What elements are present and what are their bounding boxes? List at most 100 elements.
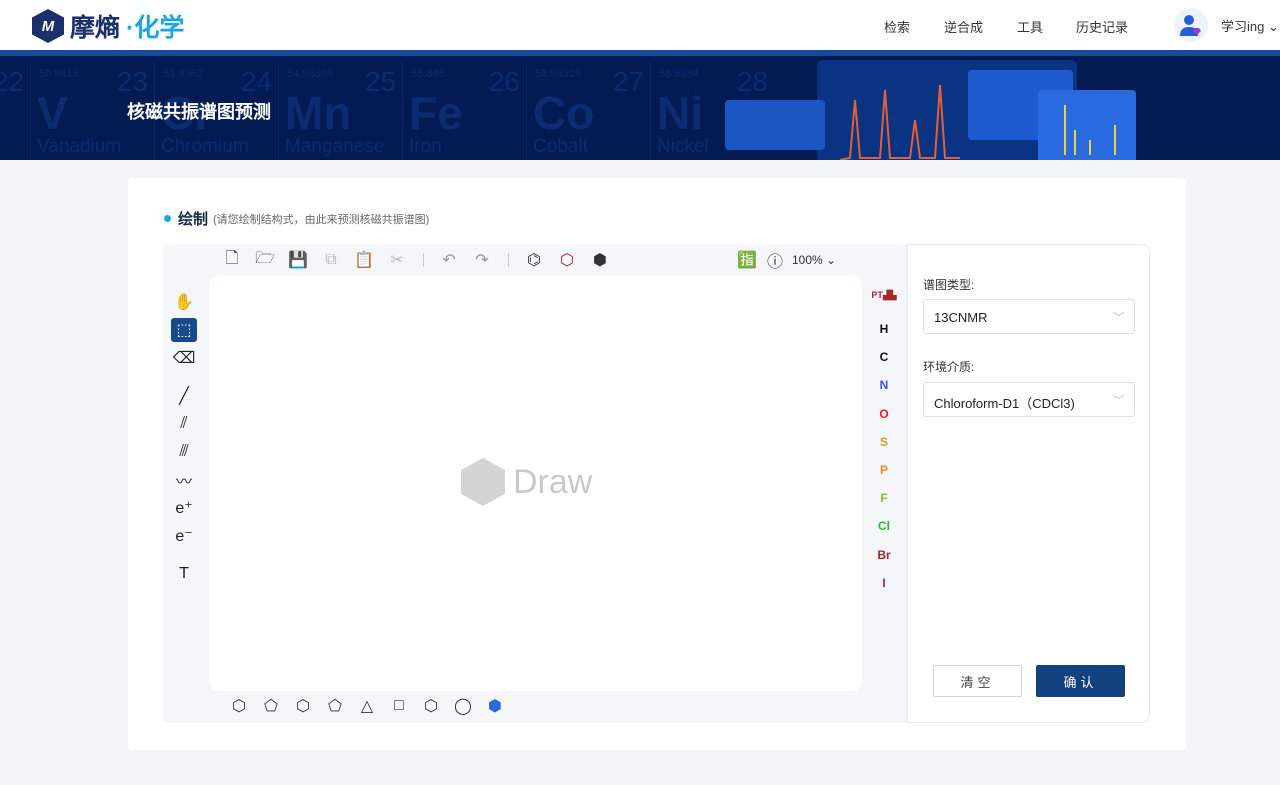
atom-button-i[interactable]: I — [870, 576, 898, 590]
cyclopentane-icon[interactable]: ⬠ — [261, 696, 281, 716]
element-mass: 50.9415 — [39, 68, 79, 80]
confirm-button[interactable]: 确认 — [1036, 665, 1125, 697]
section-header: 绘制 (请您绘制结构式，由此来预测核磁共振谱图) — [164, 208, 429, 229]
zoom-select[interactable]: 100% ⌄ — [792, 253, 836, 267]
paste-icon[interactable]: 📋 — [353, 249, 375, 271]
solvent-value: Chloroform-D1（CDCl3) — [934, 396, 1075, 411]
draw-watermark: Draw — [461, 458, 592, 506]
pentagon-icon[interactable]: ⬠ — [325, 696, 345, 716]
atom-button-h[interactable]: H — [870, 322, 898, 336]
section-title: 绘制 — [178, 211, 209, 228]
element-sym: Mn — [285, 87, 352, 139]
structure-editor: 🗋 🗁 💾 ⧉ 📋 ✂ ↶ ↷ ⌬ ⬡ ⬢ 🈯 ⓘ 100% ⌄ ✋ ⬚ ⌫ ╱… — [163, 244, 907, 723]
hand-tool-icon[interactable]: ✋ — [171, 290, 197, 314]
double-bond-icon[interactable]: ⫽ — [171, 412, 197, 436]
chevron-down-icon: ⌄ — [1267, 19, 1279, 34]
logo-text-accent: ·化学 — [126, 14, 185, 42]
user-name[interactable]: 学习ing ⌄ — [1221, 16, 1279, 35]
nav-search[interactable]: 检索 — [884, 17, 910, 36]
atom-button-f[interactable]: F — [870, 491, 898, 505]
square-icon[interactable]: □ — [389, 696, 409, 716]
atom-button-o[interactable]: O — [870, 407, 898, 421]
bullet-icon — [164, 215, 171, 222]
atom-button-n[interactable]: N — [870, 378, 898, 392]
cyclohexane-chair-icon[interactable]: ⬡ — [229, 696, 249, 716]
element-mass: 58.93319 — [535, 68, 581, 80]
nav-history[interactable]: 历史记录 — [1076, 17, 1128, 36]
right-toolbar: 🈯 ⓘ 100% ⌄ — [736, 248, 836, 272]
atom-button-br[interactable]: Br — [870, 548, 898, 562]
divider — [508, 253, 509, 267]
element-num: 22 — [0, 66, 24, 97]
chain-icon[interactable]: 〰 — [171, 468, 197, 492]
atom-button-p[interactable]: P — [870, 463, 898, 477]
select-tool-icon[interactable]: ⬚ — [171, 318, 197, 342]
periodic-table-label: PT — [871, 290, 883, 300]
periodic-table-icon[interactable]: PT▟▙ — [870, 290, 898, 301]
page-title: 核磁共振谱图预测 — [127, 102, 271, 122]
triangle-icon[interactable]: △ — [357, 696, 377, 716]
logo[interactable]: M 摩熵 ·化学 — [32, 8, 184, 44]
drawing-canvas[interactable]: Draw — [209, 276, 862, 691]
settings-panel: 谱图类型: 13CNMR ﹀ 环境介质: Chloroform-D1（CDCl3)… — [907, 244, 1150, 723]
eraser-icon[interactable]: ⌫ — [171, 346, 197, 370]
atom-button-cl[interactable]: Cl — [870, 519, 898, 533]
watermark-text: Draw — [513, 462, 593, 501]
chevron-down-icon: ⌄ — [826, 253, 837, 267]
cut-icon[interactable]: ✂ — [386, 249, 408, 271]
undo-icon[interactable]: ↶ — [438, 249, 460, 271]
spectrum-type-value: 13CNMR — [934, 310, 988, 325]
user-name-text: 学习ing — [1221, 19, 1265, 34]
chevron-down-icon: ﹀ — [1113, 312, 1124, 324]
triple-bond-icon[interactable]: ⫻ — [171, 440, 197, 464]
language-icon[interactable]: 🈯 — [736, 249, 758, 271]
octagon-icon[interactable]: ◯ — [453, 696, 473, 716]
new-file-icon[interactable]: 🗋 — [221, 249, 243, 271]
spectrum-type-label: 谱图类型: — [923, 278, 975, 292]
divider — [423, 253, 424, 267]
periodic-element-tile: 22 — [0, 62, 30, 160]
benzene-icon[interactable]: ⬡ — [293, 696, 313, 716]
negative-charge-icon[interactable]: e⁻ — [171, 524, 197, 548]
user-icon — [1180, 15, 1201, 36]
spectrum-type-select[interactable]: 13CNMR ﹀ — [923, 299, 1135, 334]
element-sym: Ni — [657, 87, 703, 139]
element-sym: V — [37, 87, 68, 139]
copy-icon[interactable]: ⧉ — [320, 249, 342, 271]
zoom-value: 100% — [792, 253, 823, 267]
nav-tools[interactable]: 工具 — [1017, 17, 1043, 36]
avatar[interactable] — [1174, 8, 1208, 42]
element-mass: 51.9962 — [163, 68, 203, 80]
element-num: 24 — [240, 66, 272, 97]
save-icon[interactable]: 💾 — [287, 249, 309, 271]
banner: 2250.941523VVanadium51.996224CrChromium5… — [0, 50, 1280, 160]
atom-button-s[interactable]: S — [870, 435, 898, 449]
element-num: 25 — [364, 66, 396, 97]
section-hint: (请您绘制结构式，由此来预测核磁共振谱图) — [213, 213, 430, 226]
clean-icon[interactable]: ⬡ — [556, 249, 578, 271]
help-icon[interactable]: ⓘ — [764, 249, 786, 271]
element-mass: 55.845 — [411, 68, 445, 80]
nav-retrosynthesis[interactable]: 逆合成 — [944, 17, 983, 36]
element-name: Manganese — [285, 136, 385, 157]
open-folder-icon[interactable]: 🗁 — [254, 249, 276, 271]
positive-charge-icon[interactable]: e⁺ — [171, 496, 197, 520]
element-mass: 58.6934 — [659, 68, 699, 80]
single-bond-icon[interactable]: ╱ — [171, 384, 197, 408]
layout-icon[interactable]: ⌬ — [523, 249, 545, 271]
3d-icon[interactable]: ⬢ — [589, 249, 611, 271]
text-tool-icon[interactable]: T — [171, 562, 197, 586]
element-name: Nickel — [657, 136, 709, 157]
atom-button-c[interactable]: C — [870, 350, 898, 364]
element-mass: 54.93804 — [287, 68, 333, 80]
solvent-select[interactable]: Chloroform-D1（CDCl3) ﹀ — [923, 382, 1135, 417]
shape-toolbar: ⬡ ⬠ ⬡ ⬠ △ □ ⬡ ◯ ⬢ — [229, 696, 505, 716]
template-library-icon[interactable]: ⬢ — [485, 696, 505, 716]
element-name: Chromium — [161, 136, 249, 157]
redo-icon[interactable]: ↷ — [471, 249, 493, 271]
heptagon-icon[interactable]: ⬡ — [421, 696, 441, 716]
element-name: Cobalt — [533, 136, 588, 157]
logo-icon: M — [32, 9, 64, 43]
element-num: 27 — [612, 66, 644, 97]
clear-button[interactable]: 清空 — [933, 665, 1022, 697]
